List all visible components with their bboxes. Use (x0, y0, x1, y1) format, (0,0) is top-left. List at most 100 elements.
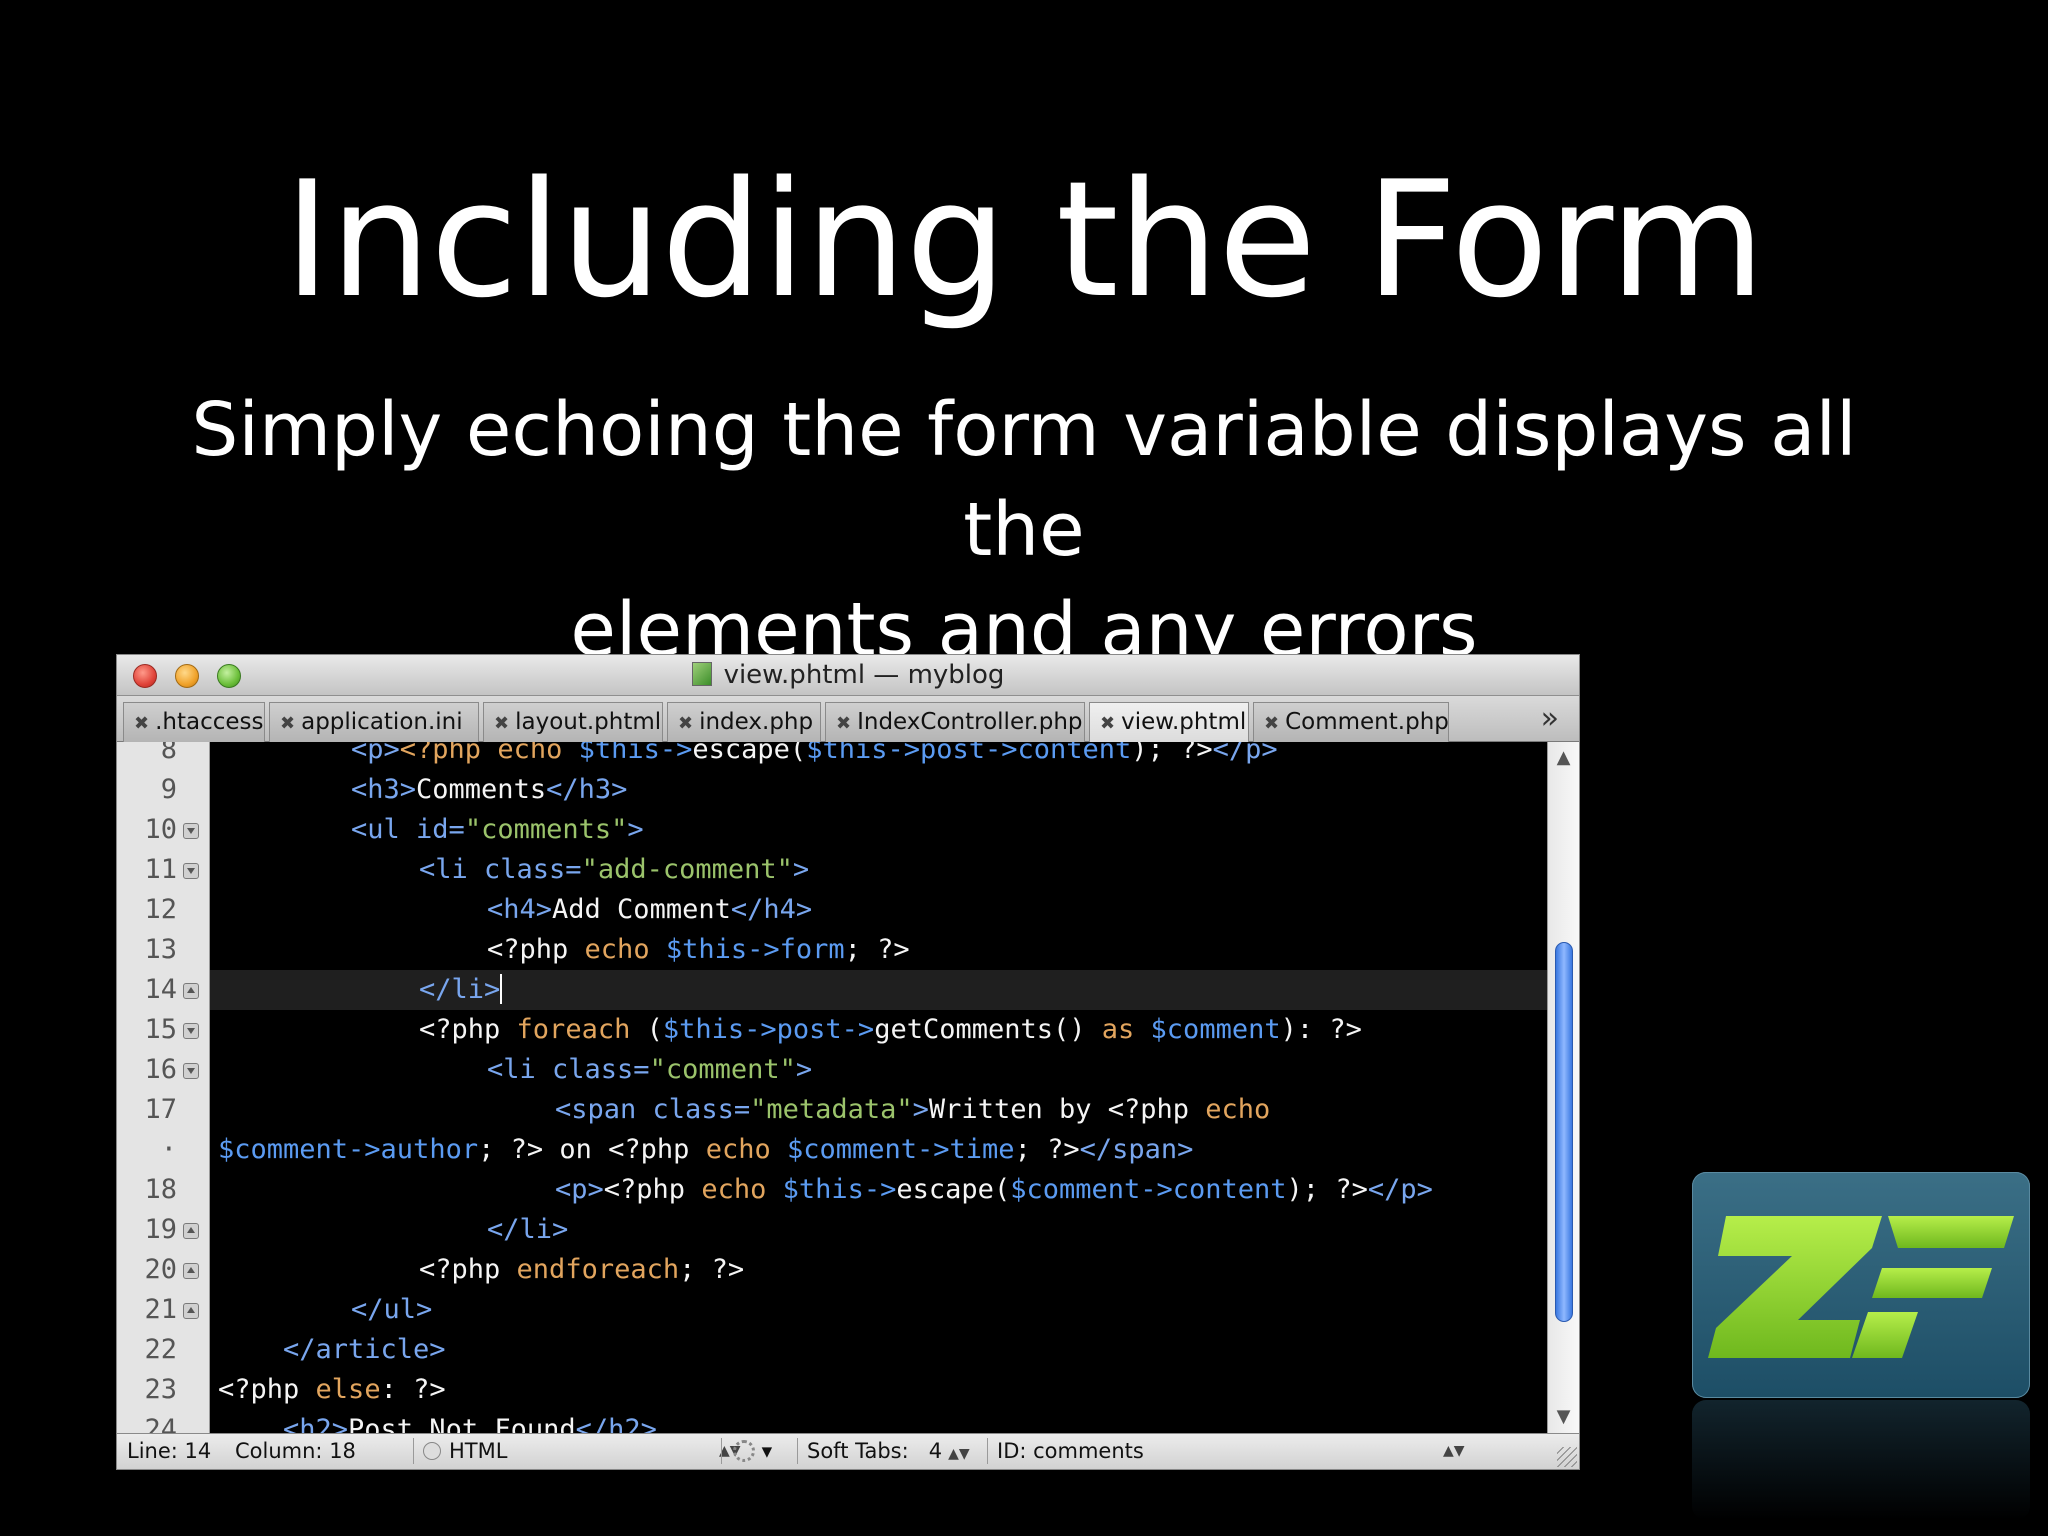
subtitle-line-1: Simply echoing the form variable display… (191, 387, 1857, 573)
line-number: 10 (144, 814, 177, 845)
line-number: 20 (144, 1254, 177, 1285)
close-tab-icon[interactable]: ✖ (494, 713, 509, 734)
fold-toggle-icon[interactable] (183, 1263, 199, 1279)
status-bar: Line: 14 Column: 18 HTML ▲▼ ▾ Soft Tabs: … (117, 1433, 1579, 1469)
zend-framework-logo (1692, 1172, 2030, 1398)
line-number: 12 (144, 894, 177, 925)
line-indicator: Line: 14 (127, 1439, 212, 1463)
code-line: <h3>Comments</h3> (351, 774, 628, 805)
tab-index-php[interactable]: ✖ index.php (667, 702, 821, 742)
code-editor[interactable]: <p><?php echo $this->escape($this->post-… (210, 742, 1547, 1433)
code-line: </li> (487, 1214, 569, 1245)
text-cursor (500, 974, 503, 1004)
close-tab-icon[interactable]: ✖ (134, 713, 149, 734)
symbol-selector[interactable]: ID: comments ▲▼ (997, 1434, 1465, 1468)
line-number: 16 (144, 1054, 177, 1085)
column-indicator: Column: 18 (235, 1439, 356, 1463)
tab-indexcontroller-php[interactable]: ✖ IndexController.php (825, 702, 1085, 742)
line-number: 21 (144, 1294, 177, 1325)
tab-view-phtml[interactable]: ✖ view.phtml (1089, 702, 1249, 742)
current-code-line: </li> (210, 970, 1547, 1010)
document-icon (691, 662, 712, 686)
scroll-up-icon[interactable]: ▲ (1548, 746, 1579, 770)
tab-application-ini[interactable]: ✖ application.ini (269, 702, 479, 742)
close-tab-icon[interactable]: ✖ (1100, 713, 1115, 734)
code-line: <?php else: ?> (218, 1374, 446, 1405)
code-line: <li class="comment"> (487, 1054, 813, 1085)
logo-reflection (1692, 1400, 2030, 1520)
status-divider (987, 1438, 988, 1464)
language-icon (423, 1442, 441, 1460)
soft-tabs-selector[interactable]: Soft Tabs: 4 ▲▼ (807, 1434, 970, 1469)
tab-label: index.php (699, 709, 814, 735)
slide-title: Including the Form (283, 146, 1766, 333)
tab-label: .htaccess (155, 709, 264, 735)
code-line: </article> (283, 1334, 446, 1365)
close-tab-icon[interactable]: ✖ (678, 713, 693, 734)
title-bar[interactable]: view.phtml — myblog (117, 655, 1579, 696)
status-divider (413, 1438, 414, 1464)
resize-grip-icon[interactable] (1557, 1447, 1577, 1467)
tab-label: layout.phtml (515, 709, 662, 735)
tab-label: application.ini (301, 709, 463, 735)
code-line: <span class="metadata">Written by <?php … (555, 1094, 1271, 1125)
line-number: 19 (144, 1214, 177, 1245)
line-number-gutter: 8 9 10 11 12 13 14 15 16 17 · 18 19 20 2… (117, 742, 210, 1433)
fold-toggle-icon[interactable] (183, 1063, 199, 1079)
fold-toggle-icon[interactable] (183, 983, 199, 999)
line-number: 9 (160, 774, 177, 805)
fold-toggle-icon[interactable] (183, 823, 199, 839)
gear-icon (733, 1440, 755, 1462)
tab-overflow-icon[interactable]: » (1541, 700, 1559, 738)
line-number: 18 (144, 1174, 177, 1205)
close-tab-icon[interactable]: ✖ (1264, 713, 1279, 734)
fold-toggle-icon[interactable] (183, 1303, 199, 1319)
code-line-wrapped: $comment->author; ?> on <?php echo $comm… (218, 1134, 1194, 1165)
line-number: 22 (144, 1334, 177, 1365)
window-title-text: view.phtml — myblog (723, 660, 1005, 690)
fold-toggle-icon[interactable] (183, 863, 199, 879)
code-line: <h4>Add Comment</h4> (487, 894, 813, 925)
code-line: <p><?php echo $this->escape($comment->co… (555, 1174, 1433, 1205)
line-number: 23 (144, 1374, 177, 1405)
code-line: </ul> (351, 1294, 433, 1325)
tab-label: IndexController.php (857, 709, 1083, 735)
tab-label: view.phtml (1121, 709, 1247, 735)
line-number: 17 (144, 1094, 177, 1125)
code-line: <?php foreach ($this->post->getComments(… (419, 1014, 1362, 1045)
tab-bar: ✖ .htaccess ✖ application.ini ✖ layout.phtm… (117, 696, 1579, 742)
scrollbar-thumb[interactable] (1555, 942, 1573, 1322)
line-number: 11 (144, 854, 177, 885)
fold-toggle-icon[interactable] (183, 1223, 199, 1239)
slide-subtitle: Simply echoing the form variable display… (150, 380, 1898, 680)
code-line: <li class="add-comment"> (419, 854, 810, 885)
line-number: 13 (144, 934, 177, 965)
code-line: <p><?php echo $this->escape($this->post-… (351, 742, 1278, 765)
line-number: 24 (144, 1414, 177, 1433)
line-number: 14 (144, 974, 177, 1005)
code-line: <ul id="comments"> (351, 814, 644, 845)
stepper-icon: ▲▼ (1443, 1443, 1465, 1459)
line-number: 8 (160, 742, 177, 765)
line-number: 15 (144, 1014, 177, 1045)
line-number: · (160, 1134, 177, 1165)
fold-toggle-icon[interactable] (183, 1023, 199, 1039)
tab-comment-php[interactable]: ✖ Comment.php (1253, 702, 1449, 742)
status-divider (721, 1438, 722, 1464)
vertical-scrollbar[interactable]: ▲ ▼ (1547, 742, 1579, 1433)
zf-logo-mark (1708, 1216, 2014, 1358)
code-line: <?php endforeach; ?> (419, 1254, 745, 1285)
tab-label: Comment.php (1285, 709, 1449, 735)
stepper-icon: ▲▼ (948, 1446, 970, 1462)
scroll-down-icon[interactable]: ▼ (1548, 1405, 1579, 1429)
close-tab-icon[interactable]: ✖ (280, 713, 295, 734)
window-title: view.phtml — myblog (117, 655, 1579, 696)
bundle-menu-button[interactable]: ▾ (733, 1434, 772, 1468)
editor-window: view.phtml — myblog ✖ .htaccess ✖ applicat… (116, 654, 1580, 1470)
status-divider (797, 1438, 798, 1464)
tab-layout-phtml[interactable]: ✖ layout.phtml (483, 702, 663, 742)
code-line: <h2>Post Not Found</h2> (283, 1414, 657, 1433)
tab-htaccess[interactable]: ✖ .htaccess (123, 702, 265, 742)
code-line: <?php echo $this->form; ?> (487, 934, 910, 965)
close-tab-icon[interactable]: ✖ (836, 713, 851, 734)
